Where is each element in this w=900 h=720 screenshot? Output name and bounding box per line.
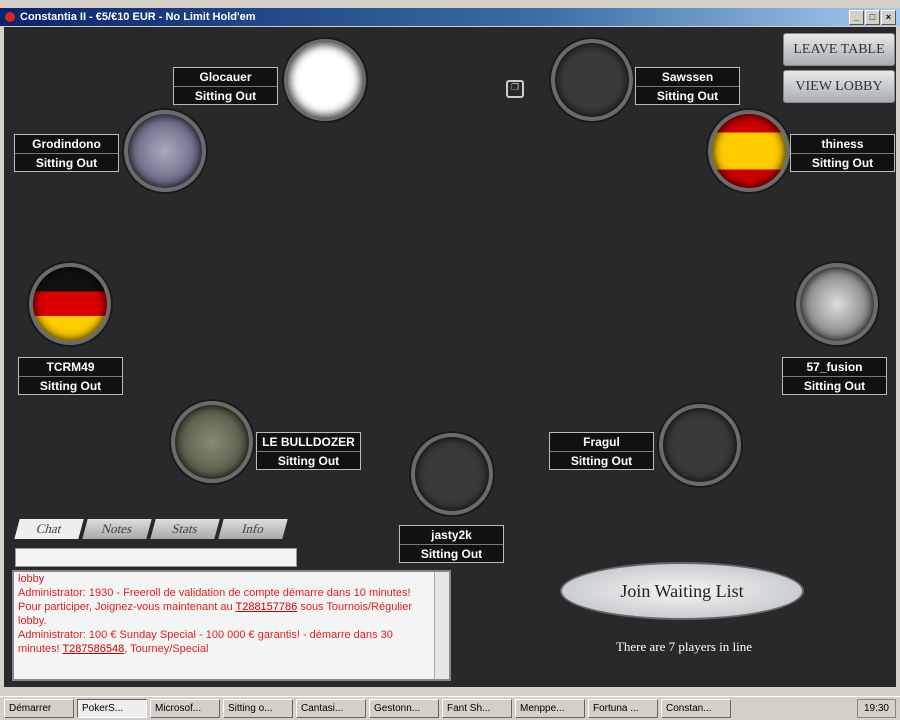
view-lobby-button[interactable]: VIEW LOBBY [783,70,895,103]
player-name: Grodindono [32,137,101,151]
chat-log: lobby Administrator: 1930 - Freeroll de … [12,570,451,681]
player-status: Sitting Out [791,153,894,172]
taskbar-item[interactable]: Fortuna ... [588,699,658,718]
taskbar: Démarrer PokerS... Microsof... Sitting o… [0,696,900,720]
player-name: thiness [821,137,864,151]
taskbar-item[interactable]: Cantasi... [296,699,366,718]
taskbar-item[interactable]: PokerS... [77,699,147,718]
seat-le-bulldozer[interactable]: LE BULLDOZER Sitting Out [256,432,361,470]
seat-grodindono[interactable]: Grodindono Sitting Out [14,134,119,172]
taskbar-item[interactable]: Constan... [661,699,731,718]
start-button[interactable]: Démarrer [4,699,74,718]
avatar-fragul[interactable] [659,404,741,486]
avatar-thiness[interactable] [708,110,790,192]
avatar-57-fusion[interactable] [796,263,878,345]
seat-57-fusion[interactable]: 57_fusion Sitting Out [782,357,887,395]
seat-glocauer[interactable]: Glocauer Sitting Out [173,67,278,105]
player-status: Sitting Out [550,451,653,470]
close-button[interactable]: × [881,10,896,25]
player-status: Sitting Out [783,376,886,395]
chat-line: lobby [18,573,45,585]
player-status: Sitting Out [636,86,739,105]
avatar-sawssen[interactable] [551,39,633,121]
avatar-grodindono[interactable] [124,110,206,192]
waiting-list-status: There are 7 players in line [615,639,753,654]
player-status: Sitting Out [174,86,277,105]
seat-tcrm49[interactable]: TCRM49 Sitting Out [18,357,123,395]
taskbar-item[interactable]: Gestonn... [369,699,439,718]
tournament-link[interactable]: T288157786 [235,601,297,613]
player-status: Sitting Out [400,544,503,563]
player-name: Glocauer [199,70,252,84]
player-status: Sitting Out [15,153,118,172]
clock: 19:30 [856,699,896,718]
seat-fragul[interactable]: Fragul Sitting Out [549,432,654,470]
poker-table: ❐ LEAVE TABLE VIEW LOBBY Glocauer Sitting… [4,27,896,687]
tournament-link[interactable]: T287586548 [62,643,124,655]
tab-info[interactable]: Info [218,519,288,539]
tab-stats[interactable]: Stats [150,519,220,539]
player-status: Sitting Out [19,376,122,395]
player-name: jasty2k [431,528,472,542]
taskbar-item[interactable]: Microsof... [150,699,220,718]
tab-notes[interactable]: Notes [82,519,152,539]
avatar-tcrm49[interactable] [29,263,111,345]
seat-sawssen[interactable]: Sawssen Sitting Out [635,67,740,105]
chat-scrollbar[interactable] [434,572,449,679]
player-name: Sawssen [661,70,714,84]
maximize-button[interactable]: □ [865,10,880,25]
taskbar-item[interactable]: Menppe... [515,699,585,718]
minimize-button[interactable]: _ [849,10,864,25]
seat-thiness[interactable]: thiness Sitting Out [790,134,895,172]
app-icon [5,12,15,22]
player-status: Sitting Out [257,451,360,470]
taskbar-item[interactable]: Fant Sh... [442,699,512,718]
window-title: Constantia II - €5/€10 EUR - No Limit Ho… [20,11,256,23]
player-name: 57_fusion [806,360,863,374]
restore-icon[interactable]: ❐ [506,80,524,98]
chat-line: , Tourney/Special [124,643,209,655]
avatar-le-bulldozer[interactable] [171,401,253,483]
avatar-glocauer[interactable] [284,39,366,121]
avatar-jasty2k[interactable] [411,433,493,515]
title-bar: Constantia II - €5/€10 EUR - No Limit Ho… [0,8,900,26]
player-name: LE BULLDOZER [262,435,355,449]
player-name: Fragul [583,435,620,449]
join-waiting-list-button[interactable]: Join Waiting List [560,562,804,620]
player-name: TCRM49 [46,360,95,374]
tab-chat[interactable]: Chat [14,519,84,539]
leave-table-button[interactable]: LEAVE TABLE [783,33,895,66]
taskbar-item[interactable]: Sitting o... [223,699,293,718]
seat-jasty2k[interactable]: jasty2k Sitting Out [399,525,504,563]
chat-input[interactable] [15,548,297,567]
